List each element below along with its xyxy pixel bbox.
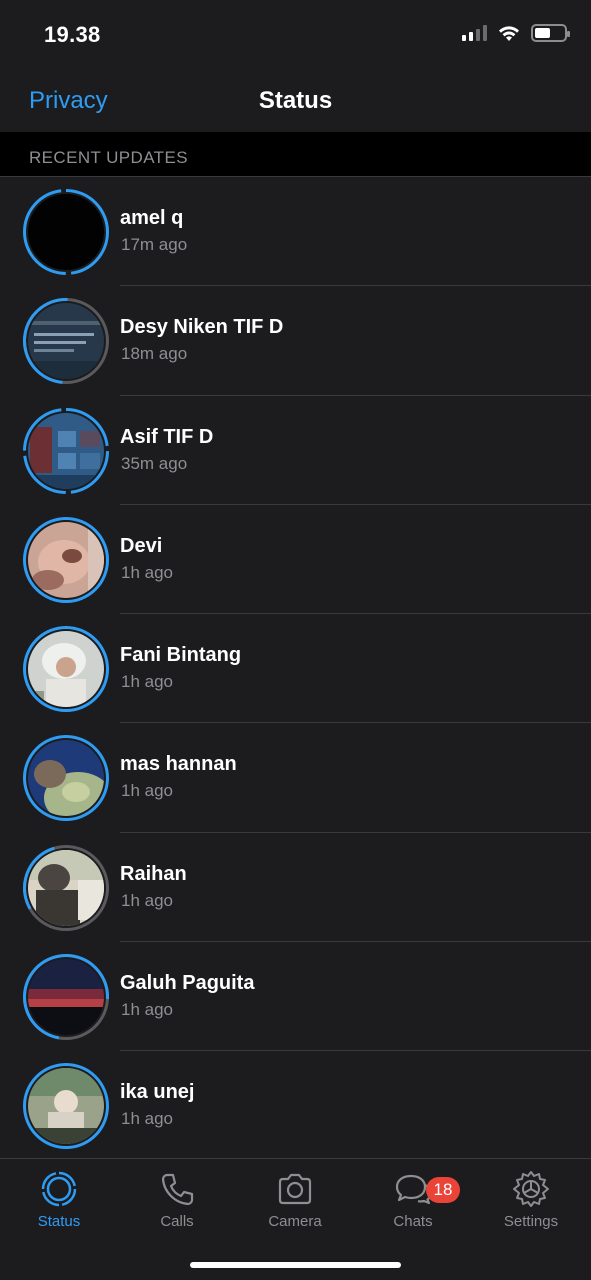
tab-chats[interactable]: Chats 18 <box>354 1169 472 1230</box>
contact-name: ika unej <box>120 1081 195 1104</box>
status-time: 1h ago <box>121 890 173 910</box>
unread-badge: 18 <box>426 1177 460 1203</box>
tab-settings-label: Settings <box>503 1213 559 1230</box>
tab-calls[interactable]: Calls <box>118 1169 236 1230</box>
avatar-thumbnail <box>28 303 104 380</box>
tab-camera-label: Camera <box>268 1213 322 1230</box>
status-avatar <box>22 953 110 1041</box>
contact-name: Asif TIF D <box>120 425 214 448</box>
contact-name: Desy Niken TIF D <box>120 316 284 339</box>
status-icon <box>41 1171 77 1207</box>
clock: 19.38 <box>44 22 101 47</box>
status-row[interactable]: Asif TIF D 35m ago <box>0 396 591 505</box>
status-row[interactable]: ika unej 1h ago <box>0 1051 591 1160</box>
status-row[interactable]: Galuh Paguita 1h ago <box>0 942 591 1052</box>
system-status-bar: 19.38 <box>0 0 591 70</box>
status-avatar <box>22 516 110 604</box>
status-row[interactable]: Fani Bintang 1h ago <box>0 614 591 724</box>
avatar-thumbnail <box>28 959 104 1036</box>
contact-name: mas hannan <box>120 753 237 776</box>
status-time: 1h ago <box>121 672 173 692</box>
contact-name: Galuh Paguita <box>120 972 255 995</box>
status-avatar <box>22 407 110 495</box>
status-row[interactable]: Devi 1h ago <box>0 505 591 615</box>
gear-icon <box>513 1171 549 1207</box>
status-row[interactable]: amel q 17m ago <box>0 177 591 287</box>
tab-chats-label: Chats <box>393 1213 433 1230</box>
page-title: Status <box>258 87 333 114</box>
status-time: 1h ago <box>121 562 173 582</box>
tab-status[interactable]: Status <box>0 1169 118 1230</box>
contact-name: Fani Bintang <box>120 644 242 667</box>
tab-status-label: Status <box>37 1213 81 1230</box>
status-avatar <box>22 188 110 276</box>
avatar-thumbnail <box>28 1068 104 1145</box>
contact-name: Devi <box>120 534 163 557</box>
contact-name: Raihan <box>120 862 187 885</box>
navigation-bar: Privacy Status <box>0 70 591 132</box>
avatar-thumbnail <box>28 631 104 708</box>
camera-icon <box>278 1173 312 1205</box>
recent-updates-header: RECENT UPDATES <box>0 132 591 177</box>
tab-camera[interactable]: Camera <box>236 1169 354 1230</box>
avatar-thumbnail <box>28 194 104 270</box>
status-avatar <box>22 1062 110 1150</box>
status-time: 18m ago <box>121 344 188 364</box>
status-avatar <box>22 844 110 932</box>
avatar-thumbnail <box>28 849 104 926</box>
status-avatar <box>22 297 110 385</box>
status-row[interactable]: mas hannan 1h ago <box>0 723 591 833</box>
avatar-thumbnail <box>28 412 104 489</box>
contact-name: amel q <box>120 207 184 229</box>
tab-settings[interactable]: Settings <box>472 1169 590 1230</box>
status-avatar <box>22 625 110 713</box>
section-title: RECENT UPDATES <box>29 148 188 167</box>
status-time: 35m ago <box>121 453 188 473</box>
status-time: 1h ago <box>121 1000 173 1020</box>
status-time: 1h ago <box>121 1109 173 1129</box>
tab-calls-label: Calls <box>160 1213 194 1230</box>
system-icons <box>462 24 570 42</box>
status-row[interactable]: Desy Niken TIF D 18m ago <box>0 286 591 396</box>
tab-bar: Status Calls Camera Chats 18 Settings <box>0 1158 591 1280</box>
status-time: 17m ago <box>121 235 188 254</box>
phone-icon <box>161 1173 194 1206</box>
status-time: 1h ago <box>121 781 173 801</box>
cellular-signal-icon <box>462 25 487 41</box>
status-row[interactable]: Raihan 1h ago <box>0 833 591 943</box>
status-list: amel q 17m ago Desy Niken TIF D 18m ago <box>0 177 591 1161</box>
avatar-thumbnail <box>28 740 104 817</box>
battery-icon <box>531 24 570 42</box>
status-avatar <box>22 734 110 822</box>
home-indicator[interactable] <box>190 1262 401 1268</box>
wifi-icon <box>499 26 519 41</box>
avatar-thumbnail <box>28 521 104 598</box>
